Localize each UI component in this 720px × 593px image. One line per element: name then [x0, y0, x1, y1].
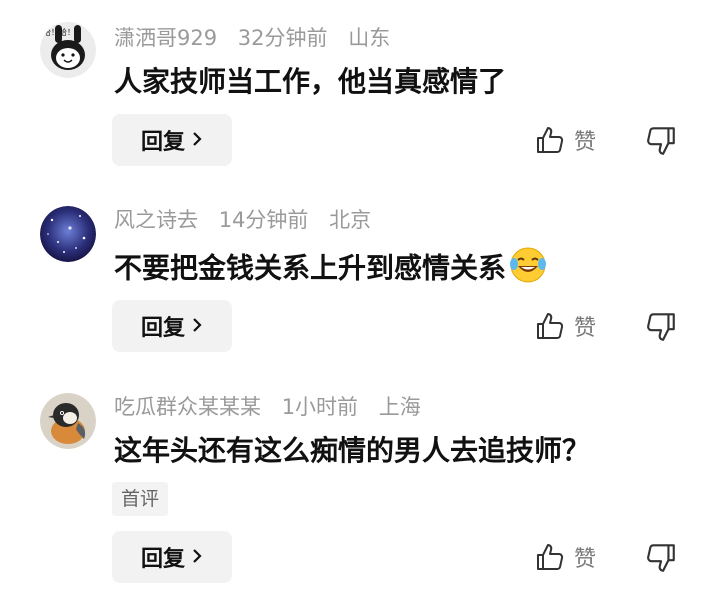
thumbs-up-icon	[537, 313, 564, 339]
like-button[interactable]: 赞	[534, 120, 596, 160]
starry-sky-avatar[interactable]	[40, 206, 96, 262]
comment-time: 14分钟前	[218, 208, 309, 232]
comment-location: 北京	[329, 208, 372, 232]
dislike-button[interactable]	[644, 541, 678, 575]
reply-button[interactable]: 回复	[112, 300, 232, 352]
comment-location: 山东	[348, 26, 391, 50]
comment-text: 这年头还有这么痴情的男人去追技师？	[114, 431, 590, 471]
svg-text:哈！哈！: 哈！哈！	[43, 27, 75, 37]
username[interactable]: 吃瓜群众某某某	[114, 395, 261, 419]
reply-button[interactable]: 回复	[112, 114, 232, 166]
bunny-cartoon-avatar[interactable]: 哈！哈！	[40, 22, 96, 78]
reply-label: 回复	[140, 316, 185, 341]
comment-text-content: 这年头还有这么痴情的男人去追技师？	[114, 434, 591, 467]
comment-meta: 潇洒哥929 32分钟前 山东	[114, 22, 404, 54]
comment-text-content: 不要把金钱关系上升到感情关系	[114, 251, 507, 285]
dislike-button[interactable]	[644, 124, 678, 158]
like-button[interactable]: 赞	[534, 306, 596, 346]
username[interactable]: 风之诗去	[114, 208, 198, 232]
avatar-image	[40, 206, 96, 262]
dislike-button[interactable]	[644, 310, 678, 344]
comment-text: 不要把金钱关系上升到感情关系	[114, 244, 548, 295]
comment-text-content: 人家技师当工作，他当真感情了	[114, 65, 507, 98]
like-button[interactable]: 赞	[534, 537, 596, 577]
thumbs-up-icon	[537, 127, 564, 153]
comment-location: 上海	[378, 395, 421, 419]
like-label: 赞	[574, 316, 597, 341]
chevron-right-icon	[191, 128, 203, 153]
chevron-right-icon	[191, 545, 203, 570]
thumbs-down-icon	[647, 544, 675, 572]
avatar-image	[40, 393, 96, 449]
thumbs-down-icon	[647, 127, 675, 155]
comment-time: 1小时前	[281, 395, 359, 419]
comment-meta: 吃瓜群众某某某 1小时前 上海	[114, 391, 435, 423]
comment-meta: 风之诗去 14分钟前 北京	[114, 204, 385, 236]
first-comment-badge: 首评	[112, 482, 169, 516]
thumbs-down-icon	[647, 313, 675, 341]
laughing-tears-emoji-icon	[508, 244, 548, 295]
reply-label: 回复	[140, 130, 185, 155]
avatar-image: 哈！哈！	[40, 22, 96, 78]
bird-avatar[interactable]	[40, 393, 96, 449]
reply-label: 回复	[140, 547, 185, 572]
like-label: 赞	[574, 130, 597, 155]
comment-text: 人家技师当工作，他当真感情了	[114, 62, 506, 102]
chevron-right-icon	[191, 314, 203, 339]
username[interactable]: 潇洒哥929	[114, 26, 217, 50]
comment-time: 32分钟前	[237, 26, 328, 50]
like-label: 赞	[574, 547, 597, 572]
reply-button[interactable]: 回复	[112, 531, 232, 583]
thumbs-up-icon	[537, 544, 564, 570]
